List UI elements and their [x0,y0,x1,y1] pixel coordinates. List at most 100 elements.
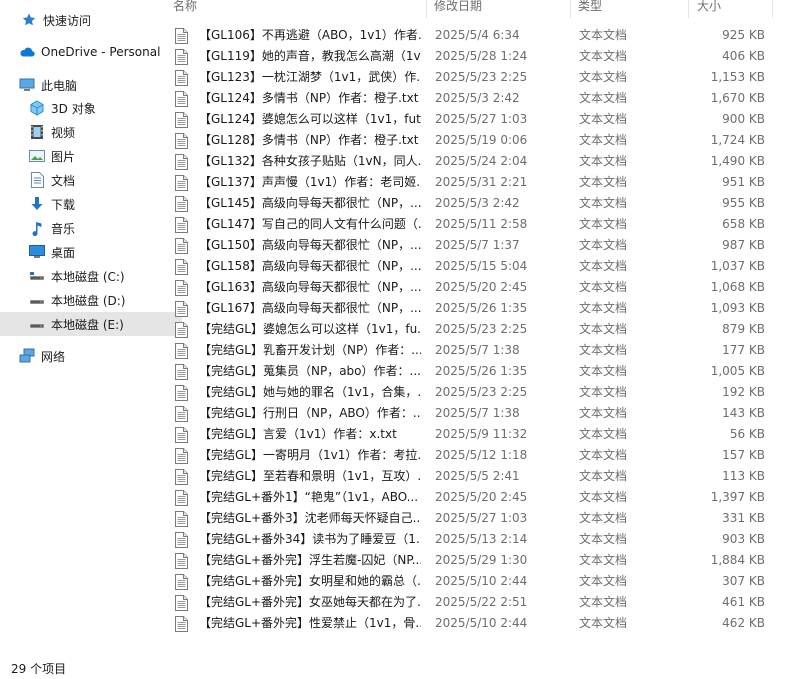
file-row[interactable]: 【完结GL+番外完】女明星和她的霸总（... 2025/5/10 2:44 文本文档… [163,571,773,592]
file-size: 143 KB [722,406,765,420]
file-name[interactable]: 【完结GL+番外1】“艳鬼”（1v1，ABO... [199,487,421,508]
nav-documents[interactable]: 文档 [0,168,182,192]
file-row[interactable]: 【GL145】高级向导每天都很忙（NP，... 2025/5/3 2:42 文本文档… [163,193,773,214]
file-size: 955 KB [722,196,765,210]
file-size: 925 KB [722,28,765,42]
file-type: 文本文档 [579,112,628,126]
text-file-icon [175,571,191,592]
file-row[interactable]: 【GL124】婆媳怎么可以这样（1v1，fut... 2025/5/27 1:03… [163,109,773,130]
file-size: 1,884 KB [710,553,765,567]
file-row[interactable]: 【GL167】高级向导每天都很忙（NP，... 2025/5/26 1:35 文本文… [163,298,773,319]
file-name[interactable]: 【GL158】高级向导每天都很忙（NP，... [199,256,421,277]
column-header-date[interactable]: 修改日期 [434,0,482,18]
file-name[interactable]: 【完结GL+番外完】浮生若魔-囚妃（NP... [199,550,421,571]
file-name[interactable]: 【GL132】各种女孩子贴贴（1vN，同人... [199,151,421,172]
file-row[interactable]: 【GL147】写自己的同人文有什么问题（... 2025/5/11 2:58 文本文… [163,214,773,235]
file-name[interactable]: 【GL106】不再逃避（ABO，1v1）作者... [199,25,421,46]
file-name[interactable]: 【GL124】婆媳怎么可以这样（1v1，fut... [199,109,421,130]
nav-drive-c[interactable]: 本地磁盘 (C:) [0,264,182,288]
column-header-type[interactable]: 类型 [578,0,602,18]
file-row[interactable]: 【完结GL】一寄明月（1v1）作者：考拉... 2025/5/12 1:18 文本文… [163,445,773,466]
file-row[interactable]: 【GL150】高级向导每天都很忙（NP，... 2025/5/7 1:37 文本文档… [163,235,773,256]
file-name[interactable]: 【GL124】多情书（NP）作者：橙子.txt [199,88,421,109]
file-name[interactable]: 【完结GL】婆媳怎么可以这样（1v1，fu... [199,319,421,340]
nav-label: 桌面 [51,245,76,260]
nav-desktop[interactable]: 桌面 [0,240,182,264]
file-row[interactable]: 【完结GL+番外完】性爱禁止（1v1，骨... 2025/5/10 2:44 文本文… [163,613,773,634]
file-date: 2025/5/19 0:06 [435,133,528,147]
file-name[interactable]: 【完结GL】乳畜开发计划（NP）作者：... [199,340,421,361]
file-name[interactable]: 【GL137】声声慢（1v1）作者：老司姬... [199,172,421,193]
column-divider[interactable] [570,0,571,18]
nav-network[interactable]: 网络 [0,344,172,368]
file-name[interactable]: 【完结GL】至若春和景明（1v1，互攻）... [199,466,421,487]
text-file-icon [175,361,191,382]
file-name[interactable]: 【GL128】多情书（NP）作者：橙子.txt [199,130,421,151]
file-row[interactable]: 【GL128】多情书（NP）作者：橙子.txt 2025/5/19 0:06 文本文… [163,130,773,151]
file-row[interactable]: 【完结GL+番外34】读书为了睡爱豆（1... 2025/5/13 2:14 文本文… [163,529,773,550]
file-name[interactable]: 【完结GL】言爱（1v1）作者：x.txt [199,424,421,445]
file-row[interactable]: 【完结GL】言爱（1v1）作者：x.txt 2025/5/9 11:32 文本文档 5… [163,424,773,445]
nav-music[interactable]: 音乐 [0,216,182,240]
file-name[interactable]: 【完结GL+番外34】读书为了睡爱豆（1... [199,529,421,550]
file-name[interactable]: 【GL150】高级向导每天都很忙（NP，... [199,235,421,256]
nav-drive-d[interactable]: 本地磁盘 (D:) [0,288,182,312]
file-name[interactable]: 【完结GL】蒐集员（NP，abo）作者：... [199,361,421,382]
column-header-name[interactable]: 名称 [173,0,197,18]
computer-icon [19,77,35,93]
nav-downloads[interactable]: 下载 [0,192,182,216]
file-row[interactable]: 【完结GL+番外3】沈老师每天怀疑自己... 2025/5/27 1:03 文本文档… [163,508,773,529]
file-date: 2025/5/26 1:35 [435,364,528,378]
nav-3d-objects[interactable]: 3D 对象 [0,96,182,120]
nav-onedrive[interactable]: OneDrive - Personal [0,40,172,64]
file-name[interactable]: 【GL167】高级向导每天都很忙（NP，... [199,298,421,319]
column-divider[interactable] [772,0,773,18]
column-divider[interactable] [688,0,689,18]
file-date: 2025/5/22 2:51 [435,595,528,609]
nav-this-pc[interactable]: 此电脑 [0,73,172,97]
file-name[interactable]: 【完结GL】她与她的罪名（1v1，合集，... [199,382,421,403]
file-row[interactable]: 【完结GL+番外完】浮生若魔-囚妃（NP... 2025/5/29 1:30 文本文… [163,550,773,571]
nav-label: 本地磁盘 (D:) [51,293,126,308]
file-row[interactable]: 【完结GL】她与她的罪名（1v1，合集，... 2025/5/23 2:25 文本文… [163,382,773,403]
file-row[interactable]: 【GL137】声声慢（1v1）作者：老司姬... 2025/5/31 2:21 文本… [163,172,773,193]
file-type: 文本文档 [579,280,628,294]
file-date: 2025/5/29 1:30 [435,553,528,567]
file-row[interactable]: 【GL106】不再逃避（ABO，1v1）作者... 2025/5/4 6:34 文本… [163,25,773,46]
nav-drive-e[interactable]: 本地磁盘 (E:) [0,312,182,336]
file-row[interactable]: 【完结GL】至若春和景明（1v1，互攻）... 2025/5/5 2:41 文本文档… [163,466,773,487]
nav-pictures[interactable]: 图片 [0,144,182,168]
file-row[interactable]: 【完结GL+番外完】女巫她每天都在为了... 2025/5/22 2:51 文本文档… [163,592,773,613]
file-name[interactable]: 【完结GL】行刑日（NP，ABO）作者：... [199,403,421,424]
file-name[interactable]: 【GL123】一枕江湖梦（1v1，武侠）作... [199,67,421,88]
file-row[interactable]: 【GL119】她的声音，教我怎么高潮（1v... 2025/5/28 1:24 文本… [163,46,773,67]
file-row[interactable]: 【完结GL】行刑日（NP，ABO）作者：... 2025/5/7 1:38 文本文档… [163,403,773,424]
file-name[interactable]: 【完结GL+番外完】性爱禁止（1v1，骨... [199,613,421,634]
documents-icon [29,172,45,188]
file-name[interactable]: 【完结GL+番外完】女明星和她的霸总（... [199,571,421,592]
file-name[interactable]: 【GL119】她的声音，教我怎么高潮（1v... [199,46,421,67]
file-row[interactable]: 【完结GL】乳畜开发计划（NP）作者：... 2025/5/7 1:38 文本文档 1… [163,340,773,361]
file-name[interactable]: 【GL145】高级向导每天都很忙（NP，... [199,193,421,214]
file-type: 文本文档 [579,616,628,630]
nav-quick-access[interactable]: 快速访问 [0,8,174,32]
file-type: 文本文档 [579,259,628,273]
file-date: 2025/5/10 2:44 [435,574,528,588]
file-name[interactable]: 【GL163】高级向导每天都很忙（NP，... [199,277,421,298]
file-name[interactable]: 【GL147】写自己的同人文有什么问题（... [199,214,421,235]
file-row[interactable]: 【GL123】一枕江湖梦（1v1，武侠）作... 2025/5/23 2:25 文本… [163,67,773,88]
file-row[interactable]: 【GL124】多情书（NP）作者：橙子.txt 2025/5/3 2:42 文本文档… [163,88,773,109]
file-name[interactable]: 【完结GL+番外完】女巫她每天都在为了... [199,592,421,613]
file-row[interactable]: 【完结GL】婆媳怎么可以这样（1v1，fu... 2025/5/23 2:25 文本… [163,319,773,340]
nav-videos[interactable]: 视频 [0,120,182,144]
file-row[interactable]: 【GL163】高级向导每天都很忙（NP，... 2025/5/20 2:45 文本文… [163,277,773,298]
file-row[interactable]: 【完结GL】蒐集员（NP，abo）作者：... 2025/5/26 1:35 文本文… [163,361,773,382]
file-row[interactable]: 【GL132】各种女孩子贴贴（1vN，同人... 2025/5/24 2:04 文本… [163,151,773,172]
column-header-size[interactable]: 大小 [697,0,721,18]
file-name[interactable]: 【完结GL】一寄明月（1v1）作者：考拉... [199,445,421,466]
column-divider[interactable] [426,0,427,18]
file-name[interactable]: 【完结GL+番外3】沈老师每天怀疑自己... [199,508,421,529]
file-type: 文本文档 [579,49,628,63]
file-row[interactable]: 【GL158】高级向导每天都很忙（NP，... 2025/5/15 5:04 文本文… [163,256,773,277]
file-row[interactable]: 【完结GL+番外1】“艳鬼”（1v1，ABO... 2025/5/20 2:45 文… [163,487,773,508]
